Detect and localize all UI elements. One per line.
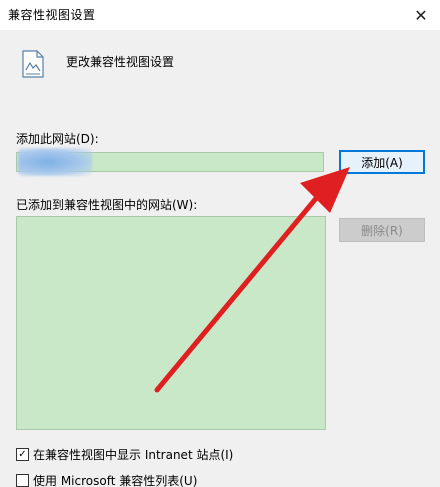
window-title: 兼容性视图设置 bbox=[8, 8, 96, 22]
close-button[interactable]: ✕ bbox=[410, 4, 432, 26]
checkbox-unchecked-icon[interactable] bbox=[16, 474, 29, 487]
header-text: 更改兼容性视图设置 bbox=[66, 55, 175, 69]
option-use-ms-list[interactable]: 使用 Microsoft 兼容性列表(U) bbox=[16, 472, 197, 487]
checkbox-checked-icon[interactable]: ✓ bbox=[16, 448, 29, 461]
add-button[interactable]: 添加(A) bbox=[339, 150, 425, 174]
redacted-url-blur bbox=[18, 148, 92, 176]
option-show-intranet-label: 在兼容性视图中显示 Intranet 站点(I) bbox=[33, 448, 234, 462]
close-icon: ✕ bbox=[414, 5, 428, 25]
add-site-label: 添加此网站(D): bbox=[16, 132, 99, 146]
title-bar: 兼容性视图设置 ✕ bbox=[0, 0, 440, 30]
option-use-ms-list-label: 使用 Microsoft 兼容性列表(U) bbox=[33, 474, 198, 487]
option-show-intranet[interactable]: ✓ 在兼容性视图中显示 Intranet 站点(I) bbox=[16, 446, 233, 463]
added-sites-list[interactable] bbox=[16, 216, 326, 430]
added-sites-label: 已添加到兼容性视图中的网站(W): bbox=[16, 198, 198, 212]
compatibility-view-settings-dialog: 兼容性视图设置 ✕ 更改兼容性视图设置 添加此网站(D): 添加(A) 已添加到… bbox=[0, 0, 440, 487]
remove-button[interactable]: 删除(R) bbox=[339, 218, 425, 242]
document-settings-icon bbox=[22, 50, 44, 78]
